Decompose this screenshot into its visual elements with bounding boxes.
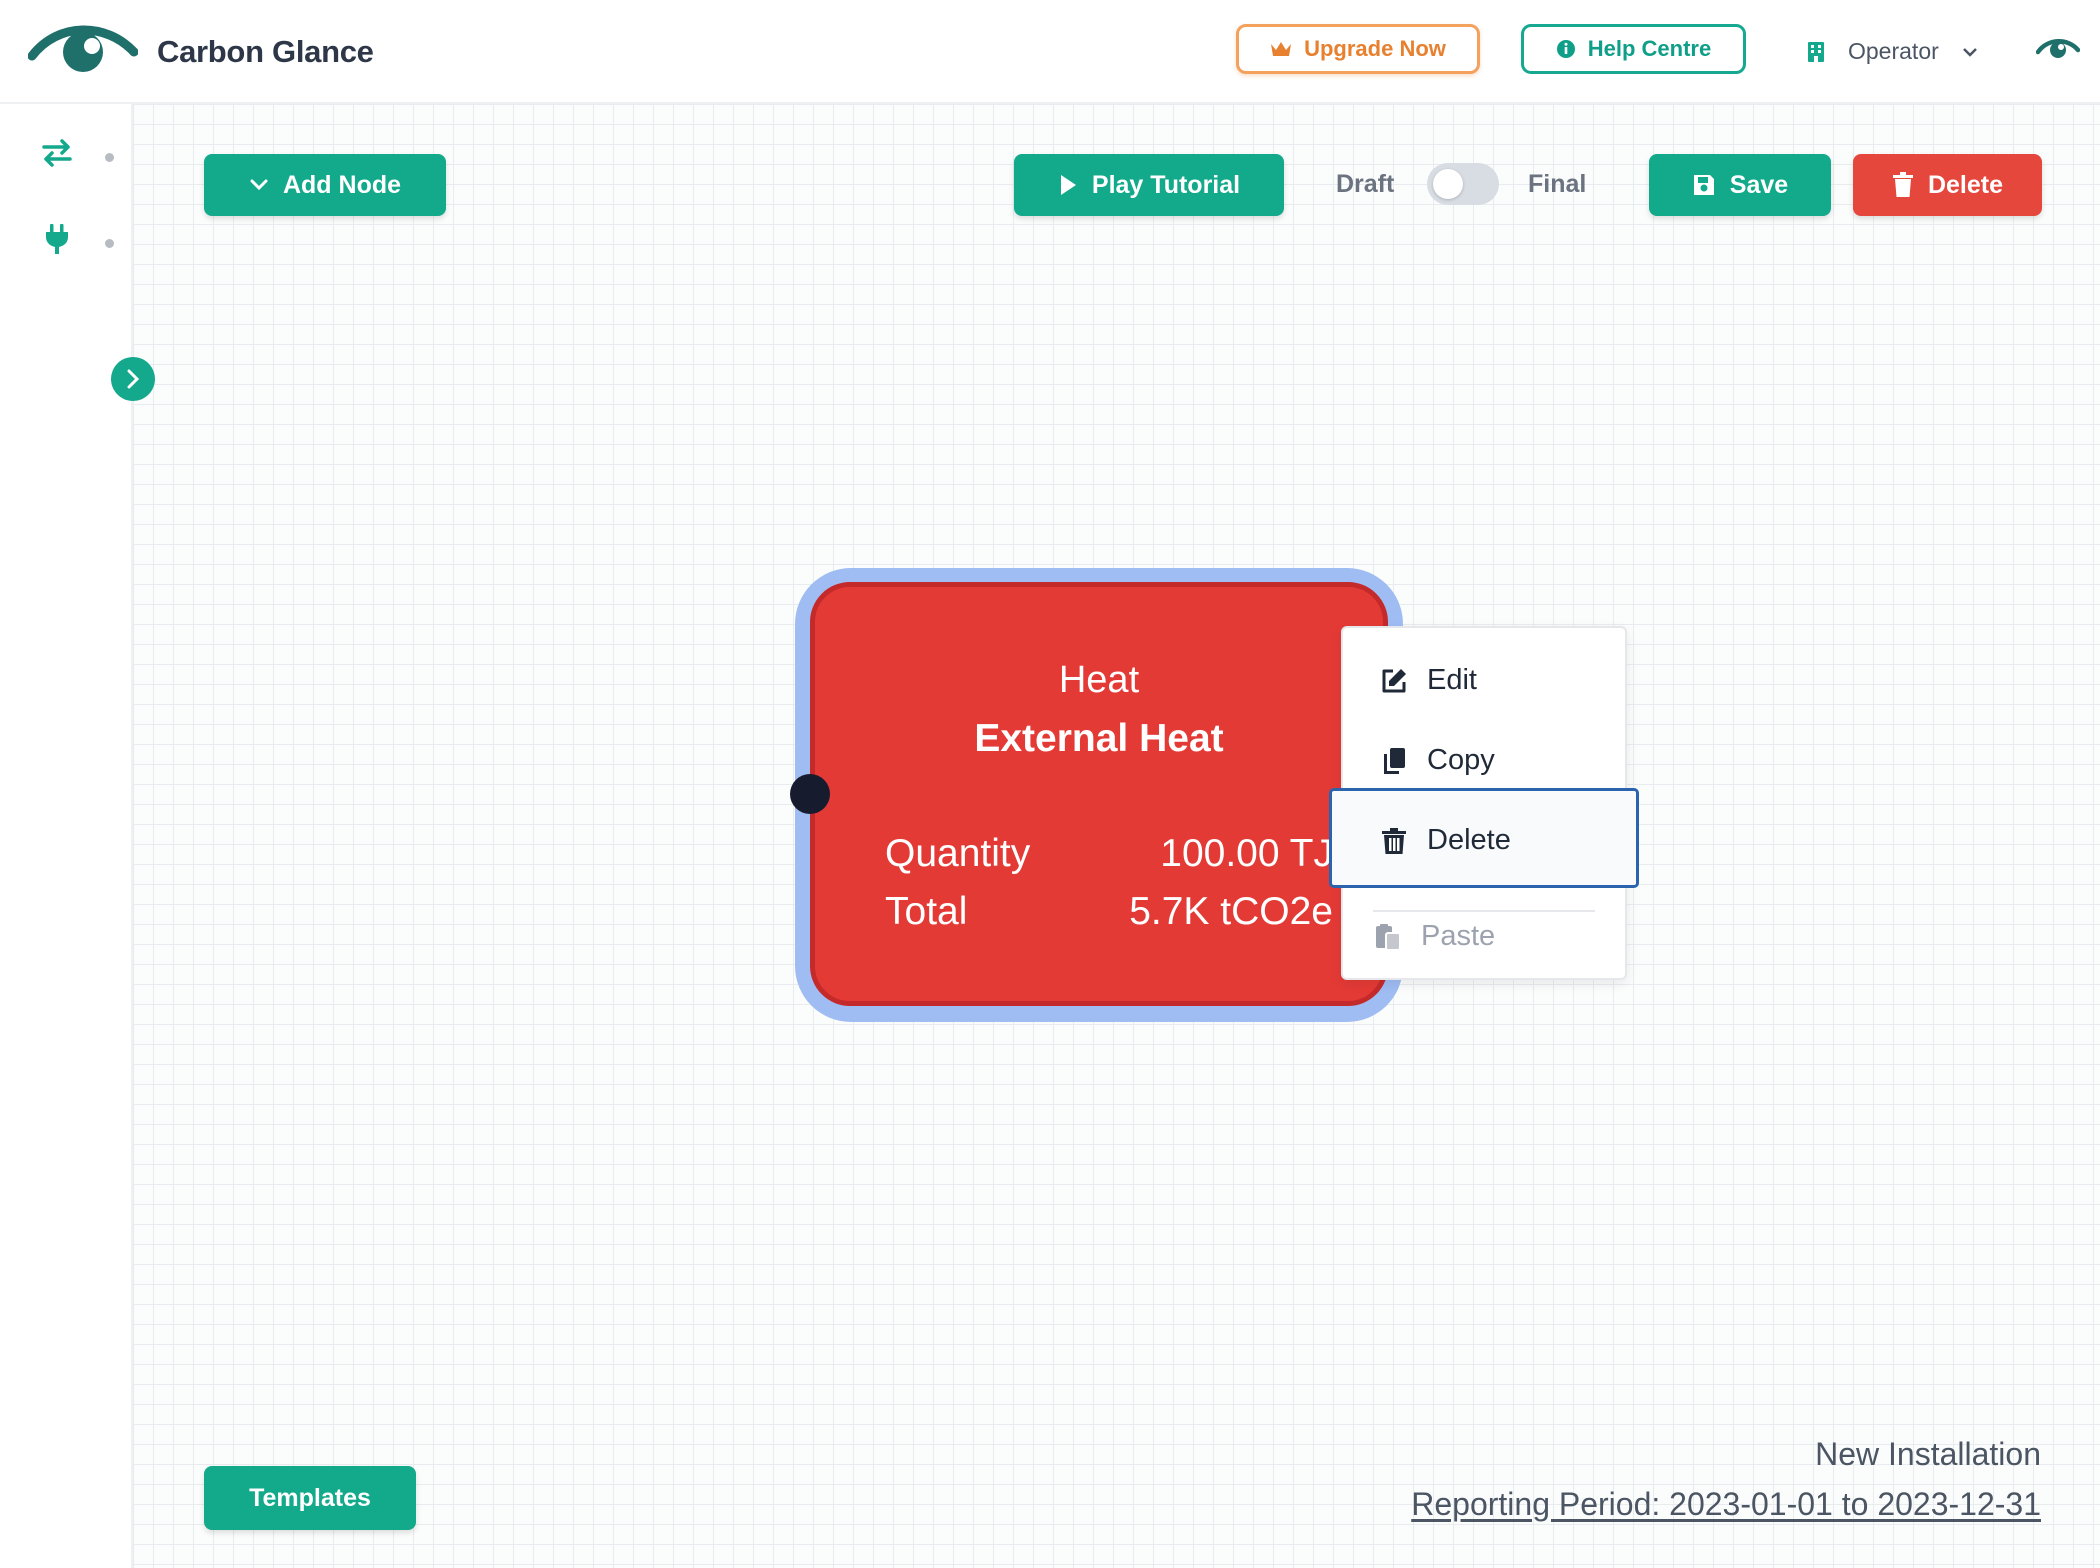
role-label: Operator — [1848, 38, 1939, 64]
floppy-disk-icon — [1693, 175, 1714, 195]
sidebar-dot — [105, 153, 114, 162]
play-icon — [1060, 175, 1076, 195]
delete-menu-label: Delete — [1427, 824, 1511, 856]
save-button[interactable]: Save — [1649, 154, 1831, 216]
node-input-handle[interactable] — [790, 774, 830, 814]
final-label: Final — [1528, 170, 1587, 198]
building-icon — [1808, 41, 1824, 62]
trash-icon — [1382, 827, 1406, 854]
brand-name: Carbon Glance — [157, 34, 374, 69]
context-menu-edit[interactable]: Edit — [1379, 664, 1477, 697]
delete-button[interactable]: Delete — [1853, 154, 2042, 216]
toggle-knob — [1433, 169, 1463, 199]
copy-label: Copy — [1427, 744, 1495, 776]
crown-icon — [1271, 42, 1292, 56]
swap-arrows-icon — [42, 139, 72, 167]
play-tutorial-button[interactable]: Play Tutorial — [1014, 154, 1284, 216]
context-menu-copy[interactable]: Copy — [1379, 744, 1495, 777]
add-node-button[interactable]: Add Node — [204, 154, 446, 216]
sidebar-item-flows[interactable] — [40, 136, 120, 176]
view-eye-icon[interactable] — [2035, 36, 2081, 67]
edit-label: Edit — [1427, 664, 1477, 696]
templates-label: Templates — [249, 1483, 371, 1512]
role-selector[interactable]: Operator — [1806, 38, 1979, 65]
delete-label: Delete — [1927, 170, 2004, 199]
node-quantity-value: 100.00 TJ — [1160, 832, 1333, 875]
draft-label: Draft — [1336, 170, 1395, 198]
info-icon — [1556, 40, 1575, 58]
context-menu-delete[interactable]: Delete — [1379, 824, 1511, 857]
node-quantity-label: Quantity — [885, 832, 1031, 875]
node-total-label: Total — [885, 890, 968, 933]
add-node-label: Add Node — [282, 170, 402, 199]
trash-icon — [1892, 172, 1913, 197]
help-centre-label: Help Centre — [1587, 36, 1712, 61]
save-label: Save — [1729, 170, 1789, 199]
installation-name: New Installation — [1815, 1436, 2041, 1472]
expand-sidebar-button[interactable] — [111, 357, 155, 401]
chevron-right-icon — [127, 369, 140, 389]
sidebar-item-connections[interactable] — [40, 222, 120, 262]
node-name: External Heat — [974, 717, 1224, 760]
top-bar: Carbon Glance Upgrade Now Help Centre Op… — [0, 0, 2100, 104]
upgrade-now-label: Upgrade Now — [1304, 36, 1446, 61]
plug-icon — [46, 224, 68, 254]
edit-icon — [1382, 668, 1406, 692]
flow-node-external-heat[interactable]: Heat External Heat Quantity 100.00 TJ To… — [810, 582, 1388, 1006]
paste-label: Paste — [1421, 920, 1496, 952]
copy-icon — [1384, 747, 1405, 774]
left-sidebar — [0, 104, 133, 1568]
sidebar-dot — [105, 239, 114, 248]
node-total-value: 5.7K tCO2e — [1129, 890, 1333, 933]
help-centre-button[interactable]: Help Centre — [1521, 24, 1746, 74]
templates-button[interactable]: Templates — [204, 1466, 416, 1530]
node-context-menu: Edit Copy Delete Paste — [1329, 626, 1639, 980]
context-menu-divider — [1373, 910, 1595, 912]
upgrade-now-button[interactable]: Upgrade Now — [1236, 24, 1480, 74]
paste-icon — [1376, 923, 1401, 951]
context-menu-paste: Paste — [1373, 920, 1495, 953]
node-type: Heat — [1058, 659, 1140, 701]
reporting-period-link[interactable]: Reporting Period: 2023-01-01 to 2023-12-… — [1411, 1486, 2041, 1523]
play-tutorial-label: Play Tutorial — [1091, 170, 1241, 199]
chevron-down-icon — [1962, 47, 1977, 57]
draft-final-toggle[interactable] — [1427, 163, 1499, 205]
chevron-down-icon — [250, 179, 268, 191]
carbon-glance-logo-icon[interactable] — [27, 22, 139, 83]
